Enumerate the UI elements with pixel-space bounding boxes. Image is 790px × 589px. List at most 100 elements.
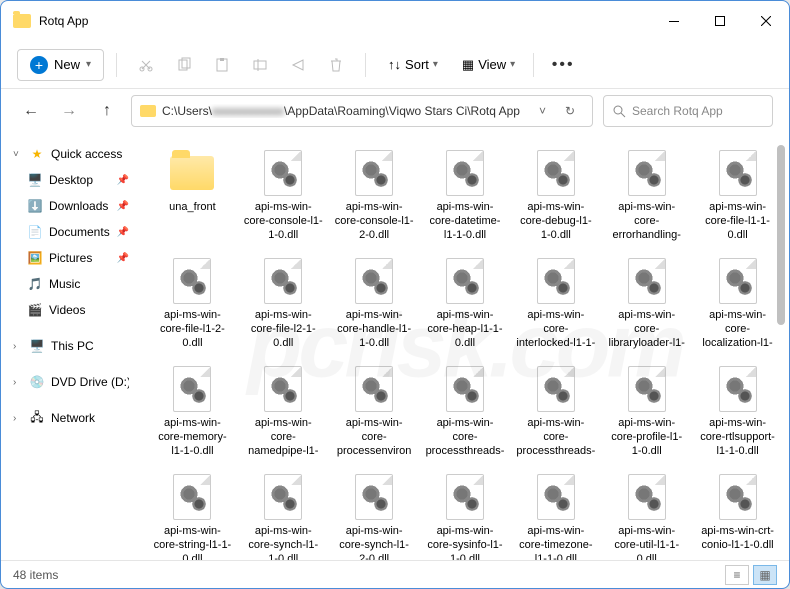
dll-icon [173, 474, 211, 520]
file-item[interactable]: api-ms-win-core-datetime-l1-1-0.dll [422, 145, 509, 247]
details-view-button[interactable]: ≡ [725, 565, 749, 585]
file-item[interactable]: api-ms-win-core-handle-l1-1-0.dll [331, 253, 418, 355]
star-icon: ★ [29, 146, 45, 162]
delete-button[interactable] [319, 48, 353, 82]
quick-access-label: Quick access [51, 147, 129, 161]
minimize-button[interactable] [651, 1, 697, 41]
copy-button[interactable] [167, 48, 201, 82]
file-item[interactable]: api-ms-win-core-util-l1-1-0.dll [603, 469, 690, 560]
file-label: api-ms-win-core-file-l1-1-0.dll [698, 201, 777, 243]
cut-button[interactable] [129, 48, 163, 82]
sidebar-item-label: Pictures [49, 251, 111, 265]
file-item[interactable]: api-ms-win-core-profile-l1-1-0.dll [603, 361, 690, 463]
scrollbar-thumb[interactable] [777, 145, 785, 325]
folder-item[interactable]: una_front [149, 145, 236, 247]
separator [533, 53, 534, 77]
address-bar[interactable]: C:\Users\xxxxxxxxxxxx\AppData\Roaming\Vi… [131, 95, 593, 127]
file-item[interactable]: api-ms-win-core-sysinfo-l1-1-0.dll [422, 469, 509, 560]
file-label: api-ms-win-core-debug-l1-1-0.dll [516, 201, 595, 243]
pin-icon: 📌 [117, 227, 129, 238]
sidebar-item-videos[interactable]: 🎬Videos [5, 297, 137, 323]
maximize-button[interactable] [697, 1, 743, 41]
scrollbar[interactable] [775, 145, 787, 548]
file-label: api-ms-win-core-synch-l1-1-0.dll [244, 525, 323, 560]
dll-icon [537, 366, 575, 412]
file-item[interactable]: api-ms-win-core-namedpipe-l1-1-0.dll [240, 361, 327, 463]
file-item[interactable]: api-ms-win-core-console-l1-1-0.dll [240, 145, 327, 247]
file-label: api-ms-win-core-interlocked-l1-1-0.dll [516, 309, 595, 351]
file-item[interactable]: api-ms-win-core-localization-l1-2-0.dll [694, 253, 781, 355]
minimize-icon [669, 21, 679, 22]
sidebar-dvd[interactable]: › 💿 DVD Drive (D:) CCCC [5, 369, 137, 395]
back-button[interactable]: ← [17, 97, 45, 125]
explorer-window: Rotq App + New ▾ ↑↓ Sort [0, 0, 790, 589]
file-item[interactable]: api-ms-win-core-heap-l1-1-0.dll [422, 253, 509, 355]
disc-icon: 💿 [29, 374, 45, 390]
file-label: api-ms-win-core-timezone-l1-1-0.dll [516, 525, 595, 560]
this-pc-label: This PC [51, 339, 129, 353]
close-button[interactable] [743, 1, 789, 41]
file-item[interactable]: api-ms-win-core-file-l1-2-0.dll [149, 253, 236, 355]
file-item[interactable]: api-ms-win-crt-conio-l1-1-0.dll [694, 469, 781, 560]
folder-icon [13, 14, 31, 28]
file-item[interactable]: api-ms-win-core-file-l2-1-0.dll [240, 253, 327, 355]
path-prefix: C:\Users\ [162, 104, 212, 118]
file-item[interactable]: api-ms-win-core-console-l1-2-0.dll [331, 145, 418, 247]
sidebar-item-pictures[interactable]: 🖼️Pictures📌 [5, 245, 137, 271]
chevron-down-icon: ˅ [13, 149, 23, 160]
paste-icon [214, 57, 230, 73]
file-label: api-ms-win-core-file-l2-1-0.dll [244, 309, 323, 351]
more-button[interactable]: ••• [546, 48, 580, 82]
paste-button[interactable] [205, 48, 239, 82]
sidebar-this-pc[interactable]: › 🖥️ This PC [5, 333, 137, 359]
dll-icon [355, 366, 393, 412]
sidebar-item-downloads[interactable]: ⬇️Downloads📌 [5, 193, 137, 219]
sort-button[interactable]: ↑↓ Sort ▾ [378, 51, 448, 78]
file-label: api-ms-win-core-rtlsupport-l1-1-0.dll [698, 417, 777, 459]
file-item[interactable]: api-ms-win-core-timezone-l1-1-0.dll [512, 469, 599, 560]
file-item[interactable]: api-ms-win-core-synch-l1-2-0.dll [331, 469, 418, 560]
history-dropdown[interactable]: ˅ [535, 104, 550, 118]
file-item[interactable]: api-ms-win-core-processenvironment-l1-1-… [331, 361, 418, 463]
chevron-down-icon: ▾ [433, 59, 438, 70]
dll-icon [628, 474, 666, 520]
sort-icon: ↑↓ [388, 57, 401, 72]
file-item[interactable]: api-ms-win-core-libraryloader-l1-1-0.dll [603, 253, 690, 355]
close-icon [761, 16, 771, 26]
file-item[interactable]: api-ms-win-core-string-l1-1-0.dll [149, 469, 236, 560]
file-item[interactable]: api-ms-win-core-interlocked-l1-1-0.dll [512, 253, 599, 355]
file-grid[interactable]: una_frontapi-ms-win-core-console-l1-1-0.… [141, 133, 789, 560]
file-item[interactable]: api-ms-win-core-synch-l1-1-0.dll [240, 469, 327, 560]
file-item[interactable]: api-ms-win-core-errorhandling-l1-1-0.dll [603, 145, 690, 247]
sidebar-item-documents[interactable]: 📄Documents📌 [5, 219, 137, 245]
file-label: api-ms-win-crt-conio-l1-1-0.dll [698, 525, 777, 560]
rename-button[interactable] [243, 48, 277, 82]
new-button[interactable]: + New ▾ [17, 49, 104, 81]
file-item[interactable]: api-ms-win-core-processthreads-l1-1-0.dl… [422, 361, 509, 463]
pin-icon: 📌 [117, 175, 129, 186]
titlebar[interactable]: Rotq App [1, 1, 789, 41]
up-button[interactable]: ↑ [93, 97, 121, 125]
status-bar: 48 items ≡ ▦ [1, 560, 789, 588]
refresh-button[interactable]: ↻ [556, 104, 584, 118]
dll-icon [355, 258, 393, 304]
icons-view-button[interactable]: ▦ [753, 565, 777, 585]
file-item[interactable]: api-ms-win-core-file-l1-1-0.dll [694, 145, 781, 247]
sidebar-network[interactable]: › 🖧 Network [5, 405, 137, 431]
file-item[interactable]: api-ms-win-core-memory-l1-1-0.dll [149, 361, 236, 463]
file-item[interactable]: api-ms-win-core-rtlsupport-l1-1-0.dll [694, 361, 781, 463]
file-label: api-ms-win-core-memory-l1-1-0.dll [153, 417, 232, 459]
share-button[interactable] [281, 48, 315, 82]
file-item[interactable]: api-ms-win-core-processthreads-l1-1-1.dl… [512, 361, 599, 463]
search-placeholder: Search Rotq App [632, 104, 723, 118]
sidebar-item-music[interactable]: 🎵Music [5, 271, 137, 297]
search-input[interactable]: Search Rotq App [603, 95, 773, 127]
chevron-right-icon: › [13, 341, 23, 352]
window-title: Rotq App [39, 14, 651, 28]
forward-button[interactable]: → [55, 97, 83, 125]
view-button[interactable]: ▦ View ▾ [452, 51, 525, 79]
file-item[interactable]: api-ms-win-core-debug-l1-1-0.dll [512, 145, 599, 247]
sidebar-quick-access[interactable]: ˅ ★ Quick access [5, 141, 137, 167]
music-icon: 🎵 [27, 276, 43, 292]
sidebar-item-desktop[interactable]: 🖥️Desktop📌 [5, 167, 137, 193]
